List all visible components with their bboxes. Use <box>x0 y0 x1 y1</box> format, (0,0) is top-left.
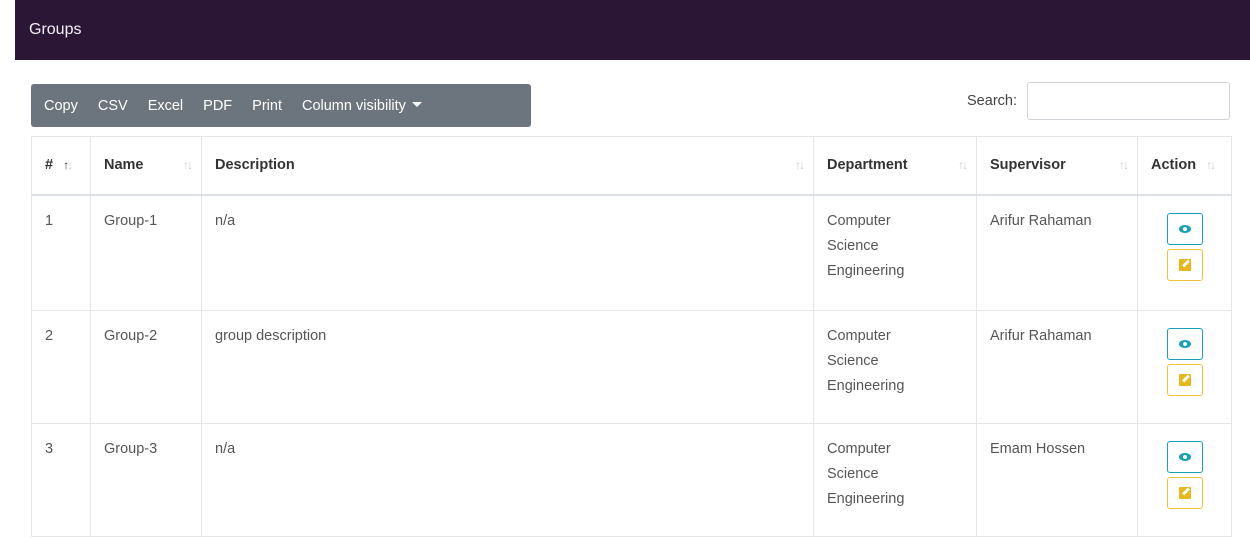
cell-action <box>1137 194 1232 311</box>
copy-button[interactable]: Copy <box>31 84 88 127</box>
cell-description: n/a <box>201 423 814 537</box>
column-header-name[interactable]: Name ↑↓ <box>90 136 202 196</box>
groups-card: Groups Copy CSV Excel PDF Print Column v… <box>0 0 1250 538</box>
card-header: Groups <box>15 0 1250 60</box>
search-label: Search: <box>967 93 1017 109</box>
pdf-button[interactable]: PDF <box>193 84 242 127</box>
table-header-row: # ↑↓ Name ↑↓ Description ↑↓ Department ↑… <box>31 136 1232 196</box>
action-buttons <box>1151 437 1218 513</box>
eye-icon <box>1178 340 1191 348</box>
eye-icon <box>1178 224 1191 233</box>
sort-icon: ↑↓ <box>1119 158 1129 173</box>
cell-num: 1 <box>31 194 91 311</box>
sort-icon: ↑↓ <box>183 158 193 173</box>
column-visibility-button[interactable]: Column visibility <box>292 84 432 127</box>
sort-asc-icon: ↑↓ <box>63 158 73 173</box>
view-button[interactable] <box>1166 212 1203 245</box>
column-header-department[interactable]: Department ↑↓ <box>813 136 977 196</box>
cell-description: n/a <box>201 194 814 311</box>
cell-name: Group-3 <box>90 423 202 537</box>
action-buttons <box>1151 324 1218 400</box>
cell-supervisor: Arifur Rahaman <box>976 194 1138 311</box>
cell-supervisor: Arifur Rahaman <box>976 310 1138 424</box>
export-toolbar: Copy CSV Excel PDF Print Column visibili… <box>31 84 531 127</box>
cell-action <box>1137 423 1232 537</box>
excel-button[interactable]: Excel <box>138 84 193 127</box>
action-buttons <box>1151 209 1218 285</box>
edit-icon <box>1178 258 1191 271</box>
table-row: 1 Group-1 n/a Computer Science Engineeri… <box>31 194 1232 311</box>
cell-name: Group-1 <box>90 194 202 311</box>
search-wrap: Search: <box>967 82 1230 120</box>
cell-action <box>1137 310 1232 424</box>
edit-button[interactable] <box>1166 477 1203 509</box>
edit-icon <box>1178 374 1191 386</box>
chevron-down-icon <box>411 102 422 107</box>
cell-num: 3 <box>31 423 91 537</box>
edit-icon <box>1178 487 1191 499</box>
view-button[interactable] <box>1166 328 1203 360</box>
column-header-action[interactable]: Action ↑↓ <box>1137 136 1232 196</box>
groups-table: # ↑↓ Name ↑↓ Description ↑↓ Department ↑… <box>31 136 1232 537</box>
cell-department: Computer Science Engineering <box>813 423 977 537</box>
search-input[interactable] <box>1027 82 1230 120</box>
sort-icon: ↑↓ <box>1206 158 1216 173</box>
cell-department: Computer Science Engineering <box>813 310 977 424</box>
column-visibility-label: Column visibility <box>301 97 406 114</box>
table-row: 2 Group-2 group description Computer Sci… <box>31 310 1232 424</box>
sort-icon: ↑↓ <box>795 158 805 173</box>
table-row: 3 Group-3 n/a Computer Science Engineeri… <box>31 423 1232 537</box>
page-title: Groups <box>29 21 82 38</box>
edit-button[interactable] <box>1166 248 1203 281</box>
csv-button[interactable]: CSV <box>88 84 138 127</box>
cell-name: Group-2 <box>90 310 202 424</box>
view-button[interactable] <box>1166 441 1203 473</box>
cell-description: group description <box>201 310 814 424</box>
cell-num: 2 <box>31 310 91 424</box>
column-header-num[interactable]: # ↑↓ <box>31 136 91 196</box>
print-button[interactable]: Print <box>242 84 292 127</box>
eye-icon <box>1178 453 1191 461</box>
sort-icon: ↑↓ <box>958 158 968 173</box>
edit-button[interactable] <box>1166 364 1203 396</box>
column-header-supervisor[interactable]: Supervisor ↑↓ <box>976 136 1138 196</box>
cell-supervisor: Emam Hossen <box>976 423 1138 537</box>
cell-department: Computer Science Engineering <box>813 194 977 311</box>
column-header-description[interactable]: Description ↑↓ <box>201 136 814 196</box>
